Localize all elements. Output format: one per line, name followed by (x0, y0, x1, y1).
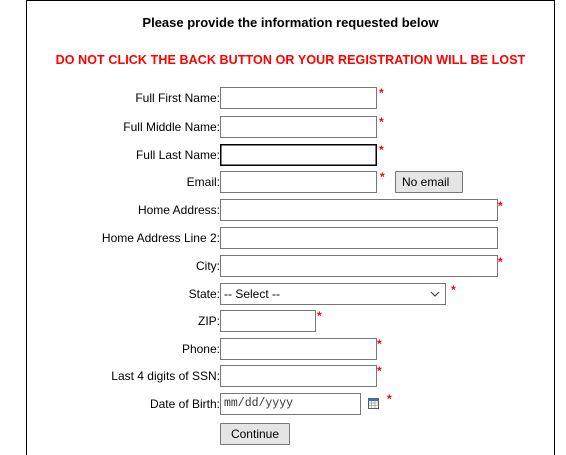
home-address-label: Home Address: (137, 203, 220, 217)
middle-name-input[interactable] (220, 116, 377, 138)
home-address-input[interactable] (220, 199, 498, 221)
ssn-last4-input[interactable] (220, 365, 377, 387)
state-select[interactable]: -- Select -- (220, 283, 446, 305)
city-input[interactable] (220, 255, 498, 277)
required-marker: * (377, 337, 382, 351)
registration-form-panel: Please provide the information requested… (26, 0, 555, 455)
dob-input[interactable]: mm/dd/yyyy (220, 393, 361, 415)
required-marker: * (451, 283, 456, 297)
email-input[interactable] (220, 171, 377, 193)
no-email-button[interactable]: No email (395, 171, 463, 193)
first-name-input[interactable] (220, 87, 377, 109)
required-marker: * (387, 392, 392, 406)
back-button-warning: DO NOT CLICK THE BACK BUTTON OR YOUR REG… (55, 53, 526, 67)
middle-name-label: Full Middle Name: (123, 120, 220, 134)
phone-label: Phone: (181, 342, 220, 356)
state-label: State: (188, 287, 220, 301)
chevron-down-icon (430, 291, 440, 297)
dob-placeholder: mm/dd/yyyy (224, 397, 294, 410)
zip-input[interactable] (220, 310, 316, 332)
required-marker: * (379, 86, 384, 100)
continue-button[interactable]: Continue (220, 423, 290, 445)
required-marker: * (379, 143, 384, 157)
required-marker: * (379, 115, 384, 129)
email-label: Email: (186, 175, 220, 189)
required-marker: * (317, 309, 322, 323)
last-name-input[interactable] (220, 144, 377, 166)
first-name-label: Full First Name: (135, 91, 220, 105)
required-marker: * (498, 199, 503, 213)
home-address-2-input[interactable] (220, 227, 498, 249)
required-marker: * (498, 255, 503, 269)
page-title: Please provide the information requested… (142, 15, 439, 30)
state-select-value: -- Select -- (224, 287, 281, 301)
phone-input[interactable] (220, 338, 377, 360)
required-marker: * (377, 364, 382, 378)
city-label: City: (196, 259, 220, 273)
required-marker: * (380, 170, 385, 184)
dob-label: Date of Birth: (149, 397, 220, 411)
home-address-2-label: Home Address Line 2: (101, 231, 220, 245)
last-name-label: Full Last Name: (135, 148, 220, 162)
zip-label: ZIP: (197, 314, 220, 328)
calendar-icon[interactable] (368, 398, 379, 409)
ssn-last4-label: Last 4 digits of SSN: (111, 369, 220, 383)
